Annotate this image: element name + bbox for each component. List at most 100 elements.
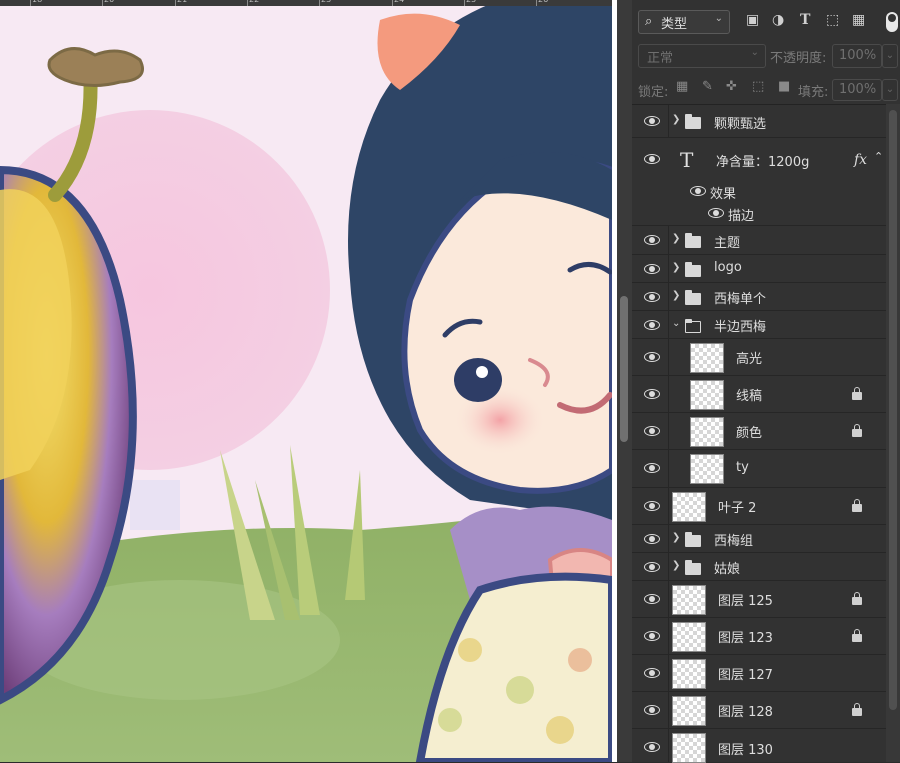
opacity-dropdown-button[interactable]: ⌄ xyxy=(882,44,898,68)
folder-icon xyxy=(685,262,701,277)
layer-row-pixel[interactable]: 图层 130 xyxy=(632,729,886,763)
visibility-eye-icon[interactable] xyxy=(708,208,724,218)
chevron-up-icon[interactable]: ⌃ xyxy=(874,150,883,163)
layer-name: 主题 xyxy=(714,236,741,251)
visibility-eye-icon[interactable] xyxy=(644,668,660,678)
layer-row-group[interactable]: ❯ 姑娘 xyxy=(632,553,886,581)
layer-row-pixel[interactable]: 叶子 2 xyxy=(632,488,886,525)
layer-thumbnail xyxy=(672,492,706,522)
layer-row-pixel[interactable]: 高光 xyxy=(632,339,886,376)
image-filter-icon[interactable]: ▣ xyxy=(746,12,759,28)
layer-row-pixel[interactable]: 图层 127 xyxy=(632,655,886,692)
folder-open-icon xyxy=(685,319,701,333)
lock-icon xyxy=(852,424,862,437)
horizontal-ruler: 18 20 21 22 23 24 25 26 xyxy=(0,0,612,6)
filter-toggle[interactable] xyxy=(886,12,898,32)
layer-filter-select[interactable]: ⌕ 类型 ⌄ xyxy=(638,10,730,34)
chevron-right-icon[interactable]: ❯ xyxy=(672,560,680,571)
layer-name: 颗颗甄选 xyxy=(714,117,767,132)
layer-name: 线稿 xyxy=(736,389,763,404)
layer-row-pixel[interactable]: 图层 125 xyxy=(632,581,886,618)
ruler-number: 18 xyxy=(32,0,42,4)
layer-effect-row[interactable]: 描边 xyxy=(632,202,886,226)
visibility-eye-icon[interactable] xyxy=(644,562,660,572)
visibility-eye-icon[interactable] xyxy=(644,389,660,399)
chevron-right-icon[interactable]: ❯ xyxy=(672,290,680,301)
visibility-eye-icon[interactable] xyxy=(644,116,660,126)
layer-thumbnail xyxy=(672,585,706,615)
fill-field[interactable]: 100% xyxy=(832,79,882,101)
layer-row-group[interactable]: ❯ 西梅单个 xyxy=(632,283,886,311)
layer-row-group[interactable]: ❯ 颗颗甄选 xyxy=(632,105,886,138)
chevron-right-icon[interactable]: ❯ xyxy=(672,233,680,244)
layer-row-text[interactable]: T 净含量：1200g fx ⌃ xyxy=(632,138,886,180)
layer-row-group-expanded[interactable]: ⌄ 半边西梅 xyxy=(632,311,886,339)
fill-dropdown-button[interactable]: ⌄ xyxy=(882,79,898,101)
layer-effects-row[interactable]: 效果 xyxy=(632,180,886,202)
chevron-right-icon[interactable]: ❯ xyxy=(672,532,680,543)
lock-all-icon[interactable]: ■ xyxy=(778,79,790,94)
lock-transparent-icon[interactable]: ▦ xyxy=(676,79,688,94)
blend-mode-value: 正常 xyxy=(647,51,674,66)
visibility-eye-icon[interactable] xyxy=(644,320,660,330)
layer-row-pixel[interactable]: 图层 123 xyxy=(632,618,886,655)
layer-row-pixel[interactable]: 线稿 xyxy=(632,376,886,413)
folder-icon xyxy=(685,233,701,248)
visibility-eye-icon[interactable] xyxy=(644,594,660,604)
layer-name: 西梅单个 xyxy=(714,292,767,307)
folder-icon xyxy=(685,560,701,575)
layer-name: 叶子 2 xyxy=(718,501,757,516)
layer-name: 净含量：1200g xyxy=(716,155,810,170)
visibility-eye-icon[interactable] xyxy=(690,186,706,196)
chevron-right-icon[interactable]: ❯ xyxy=(672,262,680,273)
smart-object-filter-icon[interactable]: ▦ xyxy=(852,12,865,28)
type-filter-icon[interactable]: T xyxy=(800,12,810,28)
layer-row-group[interactable]: ❯ 主题 xyxy=(632,226,886,255)
search-icon: ⌕ xyxy=(645,14,653,29)
ruler-number: 22 xyxy=(249,0,259,4)
fill-label: 填充: xyxy=(798,85,829,100)
visibility-eye-icon[interactable] xyxy=(644,463,660,473)
blend-mode-select[interactable]: 正常 ⌄ xyxy=(638,44,766,68)
layer-name: 图层 123 xyxy=(718,631,773,646)
visibility-eye-icon[interactable] xyxy=(644,352,660,362)
visibility-eye-icon[interactable] xyxy=(644,631,660,641)
layer-thumbnail xyxy=(690,454,724,484)
layer-row-group[interactable]: ❯ 西梅组 xyxy=(632,525,886,553)
shape-filter-icon[interactable]: ⬚ xyxy=(826,12,839,28)
layer-name: 图层 128 xyxy=(718,705,773,720)
fx-icon[interactable]: fx xyxy=(854,152,867,168)
folder-icon xyxy=(685,532,701,547)
lock-paint-icon[interactable]: ✎ xyxy=(702,79,713,94)
ruler-number: 25 xyxy=(466,0,476,4)
chevron-right-icon[interactable]: ❯ xyxy=(672,114,680,125)
chevron-down-icon[interactable]: ⌄ xyxy=(672,318,680,329)
visibility-eye-icon[interactable] xyxy=(644,426,660,436)
layer-row-pixel[interactable]: 图层 128 xyxy=(632,692,886,729)
visibility-eye-icon[interactable] xyxy=(644,264,660,274)
visibility-eye-icon[interactable] xyxy=(644,534,660,544)
lock-artboard-icon[interactable]: ⬚ xyxy=(752,79,764,94)
document-canvas[interactable]: 18 20 21 22 23 24 25 26 xyxy=(0,0,612,762)
visibility-eye-icon[interactable] xyxy=(644,705,660,715)
visibility-eye-icon[interactable] xyxy=(644,235,660,245)
visibility-eye-icon[interactable] xyxy=(644,742,660,752)
lock-icon xyxy=(852,629,862,642)
layer-name: 西梅组 xyxy=(714,534,754,549)
chevron-down-icon: ⌄ xyxy=(714,13,723,24)
canvas-scroll-thumb[interactable] xyxy=(620,296,628,442)
opacity-field[interactable]: 100% xyxy=(832,44,882,68)
layer-name: 图层 130 xyxy=(718,743,773,758)
layer-name: 姑娘 xyxy=(714,562,741,577)
layer-thumbnail xyxy=(672,696,706,726)
layers-scroll-thumb[interactable] xyxy=(889,110,897,710)
lock-position-icon[interactable]: ✜ xyxy=(726,79,737,94)
layer-row-group[interactable]: ❯ logo xyxy=(632,255,886,283)
layer-row-pixel[interactable]: 颜色 xyxy=(632,413,886,450)
visibility-eye-icon[interactable] xyxy=(644,292,660,302)
layer-row-pixel[interactable]: ty xyxy=(632,450,886,488)
layer-name: 图层 125 xyxy=(718,594,773,609)
visibility-eye-icon[interactable] xyxy=(644,154,660,164)
visibility-eye-icon[interactable] xyxy=(644,501,660,511)
adjustment-filter-icon[interactable]: ◑ xyxy=(772,12,784,28)
